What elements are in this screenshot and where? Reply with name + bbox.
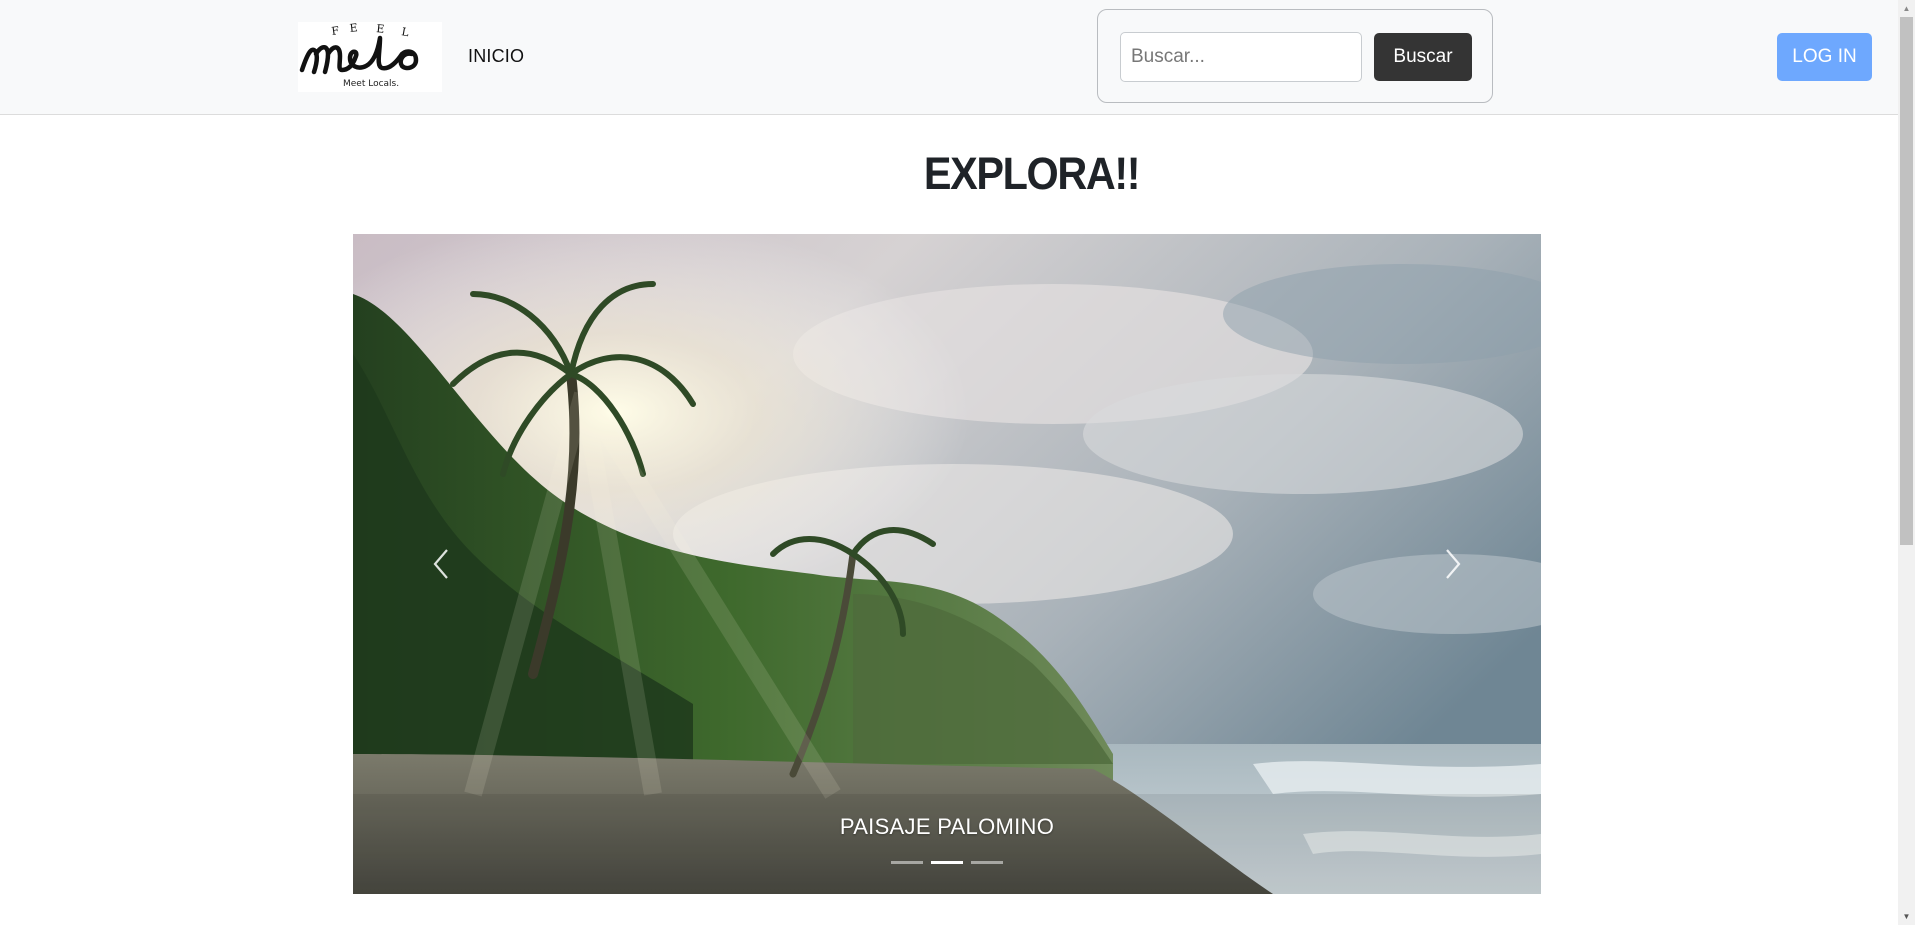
svg-text:E: E [349,22,358,35]
nav-link-inicio[interactable]: INICIO [468,46,524,67]
scrollbar-thumb[interactable] [1900,17,1913,545]
page-scrollbar[interactable]: ▲ ▼ [1898,0,1915,925]
login-button[interactable]: LOG IN [1777,33,1872,81]
carousel-caption: PAISAJE PALOMINO [839,814,1055,839]
feel-melo-logo-image: F E E L Meet Locals. [298,22,442,92]
image-carousel: PAISAJE PALOMINO [353,234,1541,894]
carousel-indicator-1[interactable] [891,861,923,864]
chevron-left-icon [433,549,448,579]
carousel-indicator-3[interactable] [971,861,1003,864]
search-button[interactable]: Buscar [1374,33,1472,81]
carousel-prev-control[interactable] [411,524,471,604]
carousel-indicators [353,861,1541,864]
navbar: F E E L Meet Locals. INICIO Buscar LOG I… [0,0,1898,115]
chevron-right-icon [1446,549,1461,579]
svg-text:E: E [376,22,385,36]
brand-logo[interactable]: F E E L Meet Locals. [298,22,442,92]
page-title: EXPLORA!! [923,148,1141,199]
carousel-next-control[interactable] [1423,524,1483,604]
beach-palm-landscape-image [353,234,1541,894]
carousel-indicator-2[interactable] [931,861,963,864]
search-form: Buscar [1097,9,1493,103]
svg-text:Meet Locals.: Meet Locals. [343,79,399,89]
search-input[interactable] [1120,32,1362,82]
scroll-up-arrow-icon[interactable]: ▲ [1898,0,1915,17]
scroll-down-arrow-icon[interactable]: ▼ [1898,908,1915,925]
